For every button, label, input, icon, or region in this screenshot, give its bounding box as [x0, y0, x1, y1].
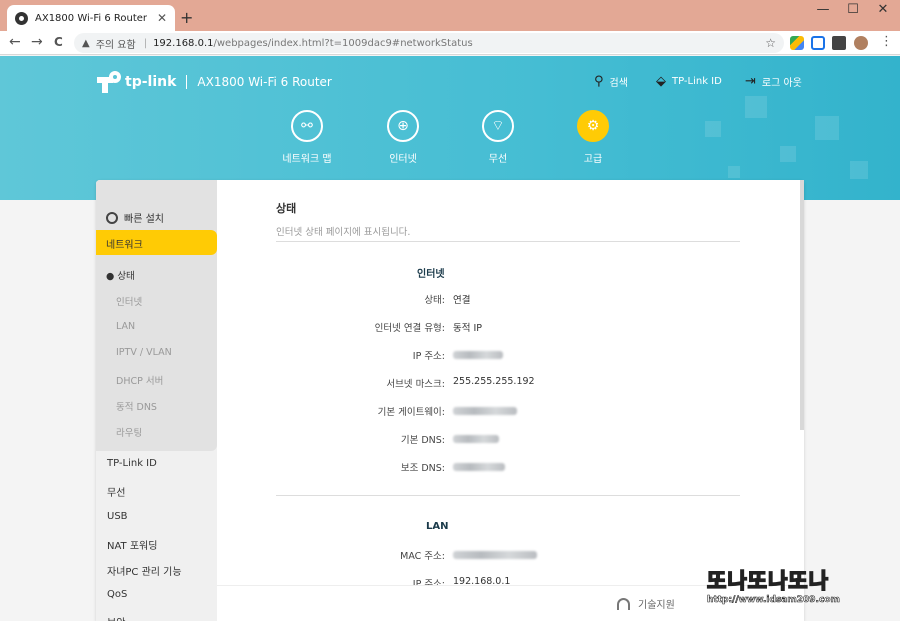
maximize-button[interactable]: ☐ [838, 2, 868, 17]
internet-group-title: 인터넷 [417, 269, 445, 280]
warning-icon[interactable]: ▲ [82, 38, 90, 49]
url-host: 192.168.0.1 [153, 37, 214, 49]
tab-title: AX1800 Wi-Fi 6 Router [35, 12, 148, 24]
sidebar-item-qos[interactable]: QoS [107, 589, 127, 600]
subnet-mask-row: 서브넷 마스크: 255.255.255.192 [386, 376, 535, 390]
checklist-extension-icon[interactable] [811, 36, 825, 50]
sidebar-subitem-status[interactable]: ● 상태 [106, 268, 135, 282]
watermark: 또나또나또나 http://www.idsam209.com [706, 565, 895, 615]
browser-menu-icon[interactable]: ⋮ [880, 34, 893, 49]
new-tab-button[interactable]: + [180, 8, 193, 27]
wifi-icon: ⌔ [482, 110, 514, 142]
main-panel: 빠른 설치 네트워크 ● 상태 인터넷 LAN IPTV / VLAN DHCP… [96, 180, 804, 621]
tplink-id-link[interactable]: ⬙ TP-Link ID [656, 74, 722, 89]
section-divider [276, 495, 740, 496]
address-separator: | [143, 37, 148, 49]
watermark-text: 또나또나또나 [706, 568, 829, 594]
search-icon: ⚲ [594, 74, 604, 89]
quick-setup-link[interactable]: 빠른 설치 [106, 210, 164, 225]
sidebar-item-network[interactable]: 네트워크 [96, 230, 217, 255]
sidebar-item-security[interactable]: 보안 [107, 614, 125, 621]
sidebar-subitem-internet[interactable]: 인터넷 [116, 294, 142, 308]
browser-tab[interactable]: AX1800 Wi-Fi 6 Router ✕ [7, 5, 175, 31]
search-link[interactable]: ⚲ 검색 [594, 74, 628, 89]
blurred-value [453, 407, 517, 415]
logout-icon: ⇥ [745, 74, 756, 89]
brand-name: tp-link [125, 74, 177, 90]
sidebar-subitem-iptv-vlan[interactable]: IPTV / VLAN [116, 347, 172, 358]
star-icon[interactable]: ☆ [765, 36, 776, 50]
gateway-row: 기본 게이트웨이: [276, 404, 740, 418]
close-window-button[interactable]: ✕ [868, 2, 898, 17]
page-description: 인터넷 상태 페이지에 표시됩니다. [276, 227, 411, 238]
sidebar-subitem-dhcp[interactable]: DHCP 서버 [116, 373, 163, 387]
drive-extension-icon[interactable] [790, 36, 804, 50]
back-button[interactable]: ← [9, 34, 21, 50]
security-label[interactable]: 주의 요함 [96, 36, 136, 51]
mac-address-row: MAC 주소: [276, 548, 740, 562]
puzzle-extension-icon[interactable] [832, 36, 846, 50]
minimize-button[interactable]: — [808, 2, 838, 17]
sidebar-subitem-routing[interactable]: 라우팅 [116, 425, 142, 439]
browser-tab-strip: AX1800 Wi-Fi 6 Router ✕ + — ☐ ✕ [0, 0, 900, 31]
blurred-value [453, 551, 537, 559]
blurred-value [453, 435, 499, 443]
sidebar-item-tplink-id[interactable]: TP-Link ID [107, 458, 157, 469]
page-title: 상태 [276, 202, 297, 215]
tp-link-logo: tp-link AX1800 Wi-Fi 6 Router [97, 71, 332, 93]
sidebar-item-nat-forwarding[interactable]: NAT 포워딩 [107, 537, 157, 552]
content-scrollbar[interactable] [800, 180, 804, 430]
section-divider [276, 241, 740, 242]
nav-wireless[interactable]: ⌔ 무선 [453, 110, 543, 165]
secondary-dns-row: 보조 DNS: [276, 460, 740, 474]
quick-setup-gear-icon [106, 211, 118, 224]
nav-advanced[interactable]: ⚙ 고급 [548, 110, 638, 165]
account-icon: ⬙ [656, 74, 666, 89]
router-model: AX1800 Wi-Fi 6 Router [197, 75, 332, 89]
blurred-value [453, 351, 503, 359]
sidebar: 빠른 설치 네트워크 ● 상태 인터넷 LAN IPTV / VLAN DHCP… [96, 180, 217, 621]
logout-link[interactable]: ⇥ 로그 아웃 [745, 74, 802, 89]
primary-dns-row: 기본 DNS: [276, 432, 740, 446]
sidebar-item-parental-controls[interactable]: 자녀PC 관리 기능 [107, 563, 182, 578]
browser-toolbar: ← → C ▲ 주의 요함 | 192.168.0.1 /webpages/in… [0, 31, 900, 55]
sidebar-item-usb[interactable]: USB [107, 511, 128, 522]
connection-type-row: 인터넷 연결 유형: 동적 IP [374, 323, 483, 334]
headset-icon [617, 597, 630, 610]
address-bar[interactable]: ▲ 주의 요함 | 192.168.0.1 /webpages/index.ht… [74, 33, 784, 53]
site-favicon-icon [15, 11, 28, 25]
ip-address-row: IP 주소: [276, 348, 740, 362]
nav-network-map[interactable]: ⚯ 네트워크 맵 [262, 110, 352, 165]
gear-icon: ⚙ [577, 110, 609, 142]
blurred-value [453, 463, 505, 471]
status-row: 상태: 연결 [424, 295, 471, 306]
sidebar-subitem-lan[interactable]: LAN [116, 321, 135, 332]
router-header: tp-link AX1800 Wi-Fi 6 Router ⚲ 검색 ⬙ TP-… [0, 56, 900, 200]
lan-group-title: LAN [426, 521, 449, 532]
forward-button[interactable]: → [31, 34, 43, 50]
network-map-icon: ⚯ [291, 110, 323, 142]
reload-button[interactable]: C [54, 35, 63, 49]
watermark-url: http://www.idsam209.com [707, 595, 840, 606]
profile-avatar[interactable] [854, 36, 868, 50]
tech-support-link[interactable]: 기술지원 [617, 596, 675, 611]
sidebar-subitem-ddns[interactable]: 동적 DNS [116, 399, 157, 413]
sidebar-item-wireless[interactable]: 무선 [107, 484, 125, 499]
nav-internet[interactable]: ⊕ 인터넷 [358, 110, 448, 165]
globe-icon: ⊕ [387, 110, 419, 142]
url-path: /webpages/index.html?t=1009dac9#networkS… [213, 37, 473, 49]
tab-close-icon[interactable]: ✕ [157, 11, 167, 25]
